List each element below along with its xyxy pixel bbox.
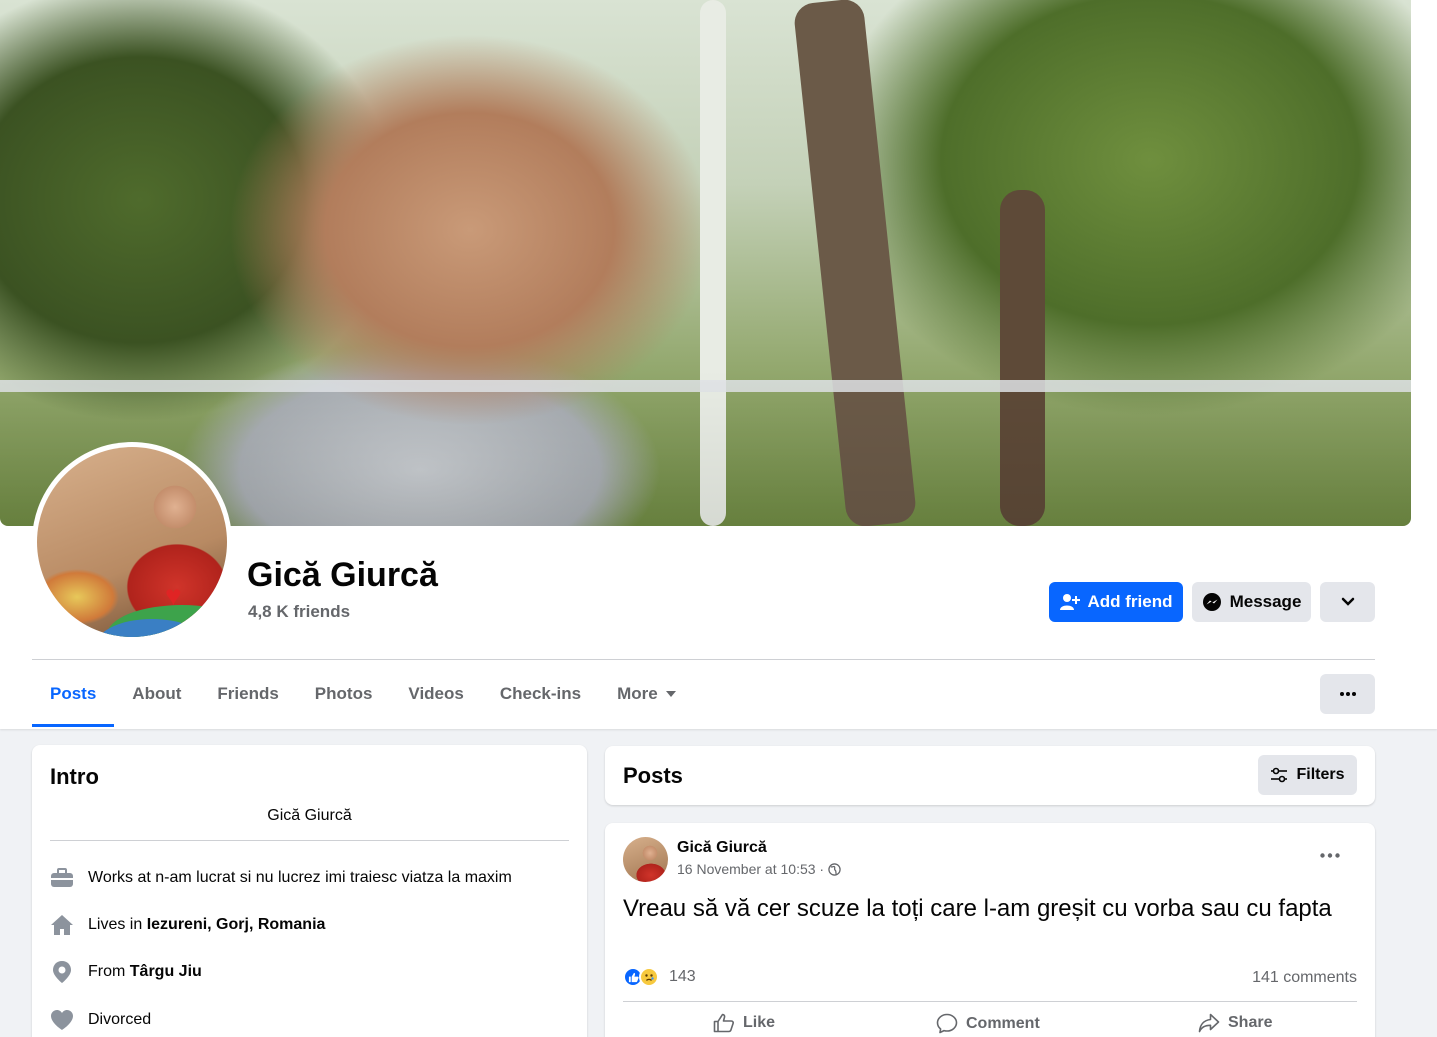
thumbs-up-icon [713, 1013, 734, 1033]
intro-lives: Lives in Iezureni, Gorj, Romania [50, 911, 325, 939]
profile-tabs: Posts About Friends Photos Videos Check-… [32, 674, 694, 729]
post-actions-divider [623, 1001, 1357, 1002]
home-icon [50, 913, 74, 937]
profile-header: ♥ Gică Giurcă 4,8 K friends Add friend M… [0, 0, 1437, 729]
filters-button[interactable]: Filters [1258, 755, 1357, 795]
profile-name: Gică Giurcă [247, 556, 438, 594]
post-text: Vreau să vă cer scuze la toți care l-am … [623, 895, 1332, 922]
lives-place-link[interactable]: Iezureni, Gorj, Romania [147, 916, 326, 933]
friends-count[interactable]: 4,8 K friends [248, 602, 350, 622]
location-pin-icon [50, 960, 74, 984]
briefcase-icon [50, 866, 74, 890]
share-button[interactable]: Share [1198, 1013, 1272, 1033]
posts-header-card: Posts Filters [605, 746, 1375, 805]
comment-icon [936, 1013, 958, 1034]
tab-posts[interactable]: Posts [32, 674, 115, 727]
caret-down-icon [665, 691, 676, 697]
intro-work: Works at n-am lucrat si nu lucrez imi tr… [50, 864, 512, 892]
tab-videos[interactable]: Videos [390, 674, 481, 714]
tab-photos[interactable]: Photos [297, 674, 391, 714]
post-options-button[interactable] [1320, 845, 1340, 863]
tab-check-ins[interactable]: Check-ins [482, 674, 599, 714]
message-label: Message [1229, 592, 1302, 611]
filters-icon [1271, 767, 1288, 783]
post-meta: 16 November at 10:53 · [677, 861, 841, 877]
heart-icon: ♥ [165, 580, 182, 611]
tab-about[interactable]: About [114, 674, 199, 714]
from-place-link[interactable]: Târgu Jiu [130, 963, 202, 980]
intro-bio: Gică Giurcă [267, 807, 352, 824]
more-horizontal-icon [1339, 692, 1356, 696]
share-icon [1198, 1013, 1220, 1033]
post-author-name[interactable]: Gică Giurcă [677, 839, 767, 857]
tabs-more-options-button[interactable] [1320, 674, 1375, 714]
globe-icon [828, 862, 841, 876]
intro-relationship: Divorced [50, 1006, 151, 1034]
profile-avatar[interactable]: ♥ [32, 442, 232, 642]
sad-reaction-icon [639, 967, 659, 987]
add-friend-label: Add friend [1087, 592, 1173, 611]
profile-options-dropdown[interactable] [1320, 582, 1375, 622]
intro-title: Intro [50, 764, 99, 789]
add-friend-button[interactable]: Add friend [1049, 582, 1183, 622]
like-button[interactable]: Like [713, 1013, 775, 1033]
tab-friends[interactable]: Friends [199, 674, 296, 714]
add-friend-icon [1059, 594, 1080, 610]
intro-from: From Târgu Jiu [50, 958, 202, 986]
intro-card: Intro Gică Giurcă Works at n-am lucrat s… [32, 745, 587, 1037]
heart-icon [50, 1008, 74, 1032]
tab-more[interactable]: More [599, 674, 694, 714]
post-timestamp[interactable]: 16 November at 10:53 · [677, 861, 824, 877]
chevron-down-icon [1341, 597, 1354, 606]
intro-divider [50, 840, 569, 841]
post-author-avatar[interactable] [623, 837, 668, 882]
messenger-icon [1202, 593, 1221, 611]
header-divider [32, 659, 1375, 660]
message-button[interactable]: Message [1192, 582, 1311, 622]
posts-title: Posts [623, 763, 683, 788]
post-reactions[interactable]: 143 [623, 967, 703, 989]
comments-count[interactable]: 141 comments [1252, 969, 1357, 987]
post-card: Gică Giurcă 16 November at 10:53 · Vreau… [605, 823, 1375, 1037]
more-horizontal-icon [1320, 853, 1340, 858]
reactions-count: 143 [669, 968, 696, 985]
comment-button[interactable]: Comment [936, 1013, 1040, 1034]
cover-photo[interactable] [0, 0, 1411, 526]
